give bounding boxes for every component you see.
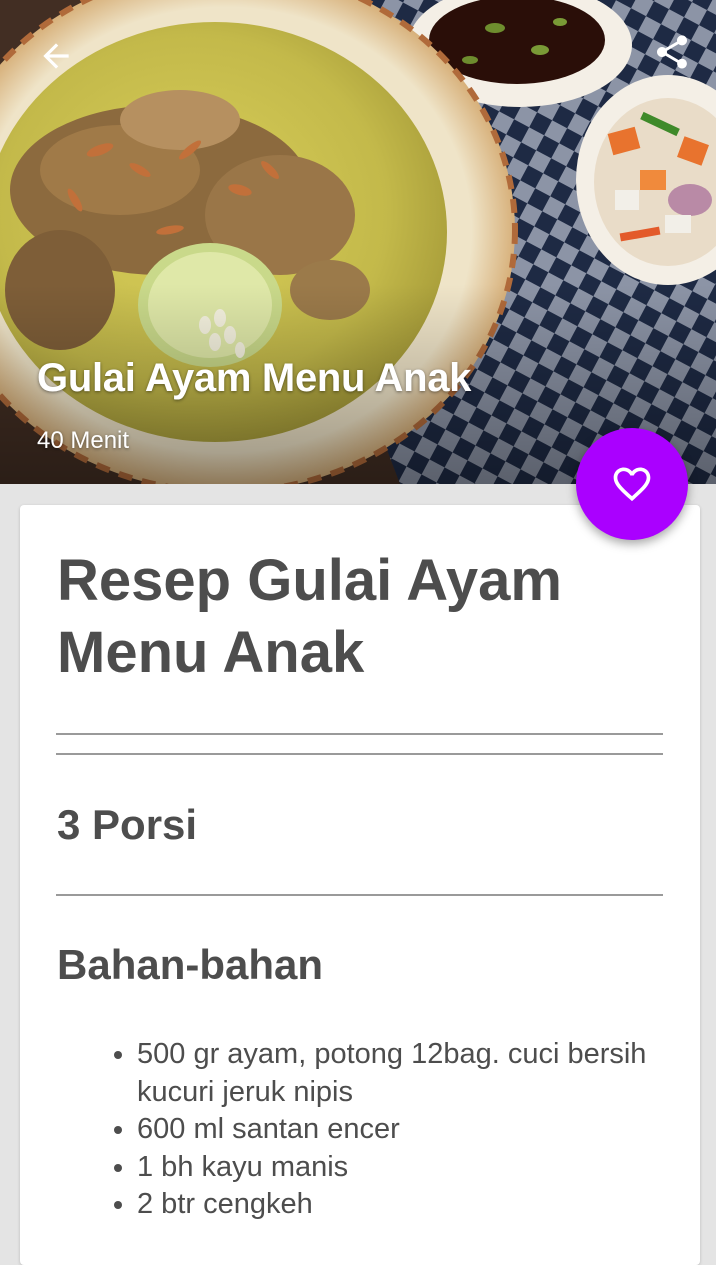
divider [56, 753, 663, 755]
cooking-duration: 40 Menit [37, 427, 130, 454]
recipe-hero-title: Gulai Ayam Menu Anak [37, 356, 472, 400]
ingredient-item: 600 ml santan encer [137, 1111, 657, 1149]
recipe-title: Resep Gulai Ayam Menu Anak [57, 548, 563, 685]
arrow-left-icon [43, 43, 69, 69]
heart-outline-icon [613, 467, 651, 502]
recipe-card: Resep Gulai Ayam Menu Anak 3 Porsi Bahan… [20, 505, 700, 1265]
ingredient-item: 1 bh kayu manis [137, 1149, 657, 1187]
favorite-button[interactable] [576, 428, 688, 540]
share-icon [657, 35, 687, 69]
ingredient-item: 500 gr ayam, potong 12bag. cuci bersih k… [137, 1036, 657, 1111]
share-button[interactable] [646, 26, 698, 78]
divider [56, 733, 663, 735]
ingredient-item: 2 btr cengkeh [137, 1186, 657, 1224]
recipe-hero-image [0, 0, 716, 484]
ingredients-list: 500 gr ayam, potong 12bag. cuci bersih k… [137, 1036, 657, 1224]
back-button[interactable] [30, 30, 82, 82]
ingredients-heading: Bahan-bahan [57, 941, 324, 988]
portion-count: 3 Porsi [57, 801, 198, 848]
divider [56, 894, 663, 896]
